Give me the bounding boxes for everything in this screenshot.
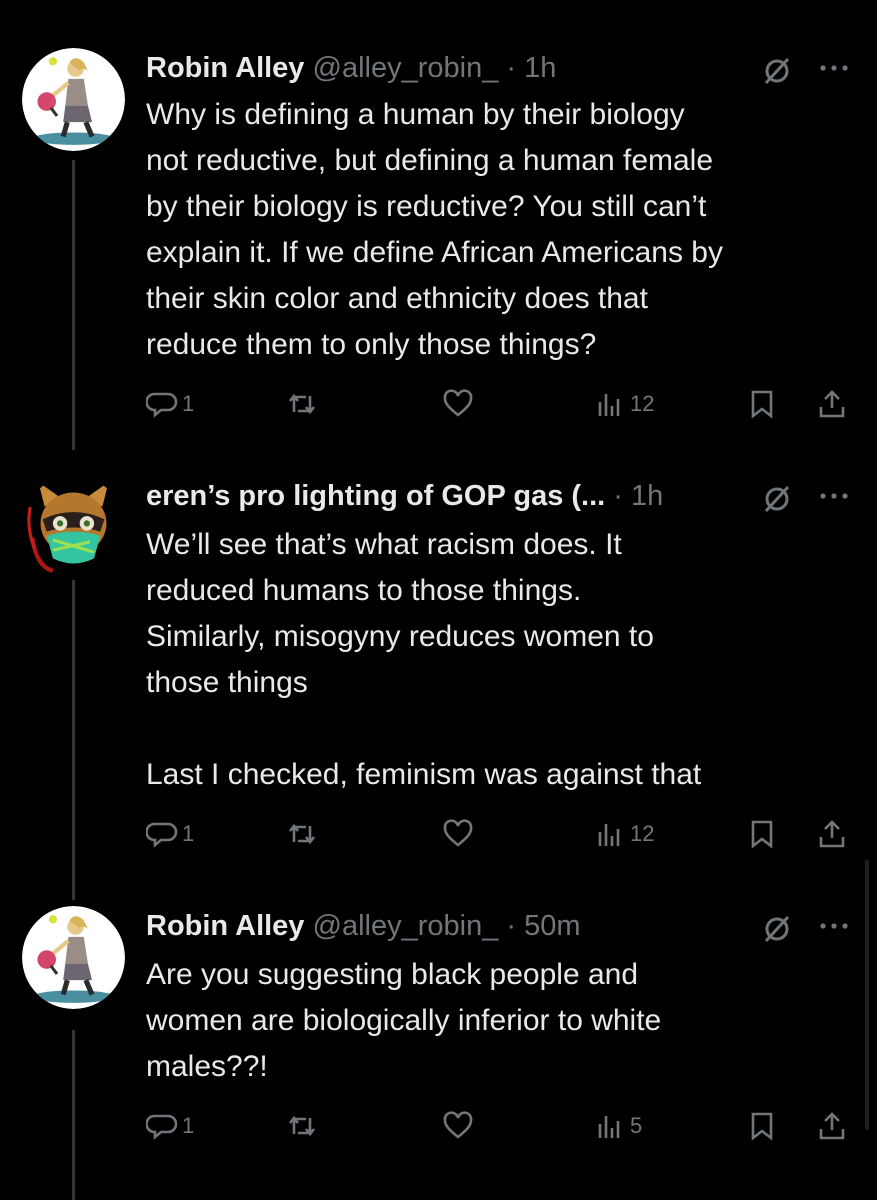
author-name[interactable]: Robin Alley xyxy=(146,910,304,942)
views-icon xyxy=(598,824,620,846)
views-button[interactable]: 12 xyxy=(594,814,654,854)
tweet-header: Robin Alley @alley_robin_ · 50m xyxy=(146,906,857,946)
more-icon[interactable] xyxy=(817,48,851,88)
heart-icon xyxy=(443,819,473,847)
views-count: 12 xyxy=(630,391,655,416)
tweet-3[interactable]: Robin Alley @alley_robin_ · 50m Are you … xyxy=(0,906,877,1196)
pickleball-player-avatar-image xyxy=(22,48,125,151)
reply-icon xyxy=(146,822,178,848)
action-bar: 1 12 xyxy=(146,814,856,854)
timestamp[interactable]: 1h xyxy=(631,480,663,512)
heart-icon xyxy=(443,1111,473,1139)
reply-button[interactable]: 1 xyxy=(146,1106,194,1146)
tweet-text: We’ll see that’s what racism does. It re… xyxy=(146,528,702,791)
bookmark-button[interactable] xyxy=(746,814,778,854)
separator-dot: · xyxy=(506,910,517,942)
action-bar: 1 5 xyxy=(146,1106,856,1146)
share-icon xyxy=(819,820,845,848)
more-icon[interactable] xyxy=(817,476,851,516)
separator-dot: · xyxy=(506,52,517,84)
views-count: 12 xyxy=(630,821,655,846)
like-button[interactable] xyxy=(442,1106,478,1146)
avatar[interactable] xyxy=(22,48,125,151)
reply-button[interactable]: 1 xyxy=(146,384,194,424)
retweet-icon xyxy=(288,823,316,845)
timestamp[interactable]: 1h xyxy=(524,52,556,84)
tweet-1[interactable]: Robin Alley @alley_robin_ · 1h Why is de… xyxy=(0,48,877,438)
views-icon xyxy=(598,1116,620,1138)
share-icon xyxy=(819,390,845,418)
bookmark-button[interactable] xyxy=(746,384,778,424)
author-handle[interactable]: @alley_robin_ xyxy=(313,52,499,84)
retweet-icon xyxy=(288,1115,316,1137)
views-count: 5 xyxy=(630,1113,643,1138)
bookmark-icon xyxy=(751,820,773,849)
avatar[interactable] xyxy=(22,906,125,1009)
reply-count: 1 xyxy=(182,821,195,846)
tweet-header: Robin Alley @alley_robin_ · 1h xyxy=(146,48,857,88)
heart-icon xyxy=(443,389,473,417)
avatar[interactable] xyxy=(22,476,125,579)
like-button[interactable] xyxy=(442,814,478,854)
reply-count: 1 xyxy=(182,1113,195,1138)
masked-raccoon-avatar-image xyxy=(27,482,109,573)
timestamp[interactable]: 50m xyxy=(524,910,580,942)
author-handle[interactable]: @alley_robin_ xyxy=(313,910,499,942)
bookmark-icon xyxy=(751,1112,773,1141)
like-button[interactable] xyxy=(442,384,478,424)
more-icon[interactable] xyxy=(817,906,851,946)
bookmark-button[interactable] xyxy=(746,1106,778,1146)
action-bar: 1 12 xyxy=(146,384,856,424)
share-button[interactable] xyxy=(816,384,848,424)
share-button[interactable] xyxy=(816,1106,848,1146)
author-name[interactable]: eren’s pro lighting of GOP gas (... xyxy=(146,480,605,512)
reply-count: 1 xyxy=(182,391,195,416)
views-button[interactable]: 12 xyxy=(594,384,654,424)
views-icon xyxy=(598,394,620,416)
author-name[interactable]: Robin Alley xyxy=(146,52,304,84)
reply-icon xyxy=(146,392,178,418)
tweet-header: eren’s pro lighting of GOP gas (... · 1h xyxy=(146,476,857,516)
grok-icon[interactable] xyxy=(762,56,792,86)
tweet-2[interactable]: eren’s pro lighting of GOP gas (... · 1h… xyxy=(0,476,877,866)
retweet-button[interactable] xyxy=(286,384,322,424)
reply-icon xyxy=(146,1114,178,1140)
grok-icon[interactable] xyxy=(762,914,792,944)
grok-icon[interactable] xyxy=(762,484,792,514)
retweet-button[interactable] xyxy=(286,1106,322,1146)
reply-button[interactable]: 1 xyxy=(146,814,194,854)
tweet-text: Why is defining a human by their biology… xyxy=(146,98,723,361)
retweet-icon xyxy=(288,393,316,415)
retweet-button[interactable] xyxy=(286,814,322,854)
tweet-text: Are you suggesting black people and wome… xyxy=(146,958,662,1083)
views-button[interactable]: 5 xyxy=(594,1106,642,1146)
separator-dot: · xyxy=(613,480,623,512)
share-icon xyxy=(819,1112,845,1140)
share-button[interactable] xyxy=(816,814,848,854)
bookmark-icon xyxy=(751,390,773,419)
scrollbar[interactable] xyxy=(865,860,869,1130)
pickleball-player-avatar-image xyxy=(22,906,125,1009)
